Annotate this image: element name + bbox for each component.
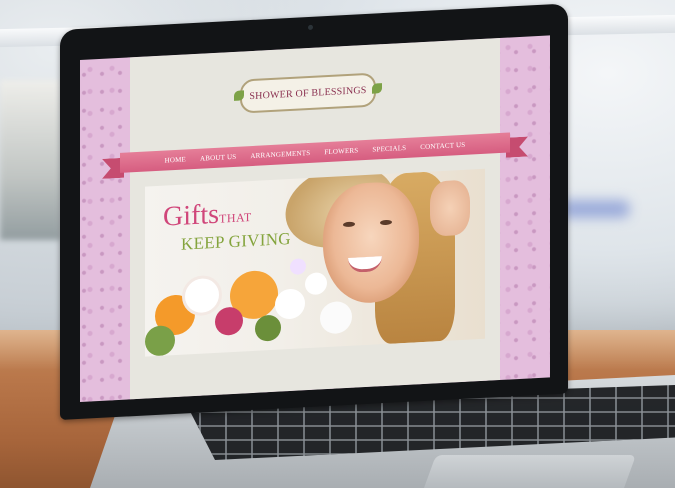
website-page: SHOWER OF BLESSINGS HOME ABOUT US ARRANG… [80,35,550,402]
hero-title-big: Gifts [163,198,219,233]
white-daisy [305,272,327,296]
small-flower [290,258,306,275]
hero-title: GiftsTHAT [163,197,252,234]
white-daisy [185,277,219,314]
nav-about-us[interactable]: ABOUT US [200,153,236,163]
nav-home[interactable]: HOME [165,155,186,164]
hero-subtitle: KEEP GIVING [181,228,291,254]
flower-bouquet [145,253,395,357]
leaf-left-icon [234,90,244,101]
background-blue-light [560,200,630,218]
hero-title-small: THAT [219,210,252,226]
white-daisy [275,288,305,320]
hero-banner[interactable]: GiftsTHAT KEEP GIVING [145,168,485,357]
site-logo[interactable]: SHOWER OF BLESSINGS [234,72,382,114]
background-light [0,80,60,240]
hero-hand [430,179,470,237]
white-daisy [320,300,352,335]
green-leaves [255,314,281,342]
laptop-trackpad [423,455,637,488]
nav-arrangements[interactable]: ARRANGEMENTS [250,149,310,160]
nav-specials[interactable]: SPECIALS [372,144,406,154]
green-leaves [145,325,175,357]
nav-flowers[interactable]: FLOWERS [324,146,358,156]
logo-text: SHOWER OF BLESSINGS [249,84,367,102]
nav-contact-us[interactable]: CONTACT US [420,141,465,151]
pink-flower [215,306,243,336]
webcam-dot [308,24,313,31]
